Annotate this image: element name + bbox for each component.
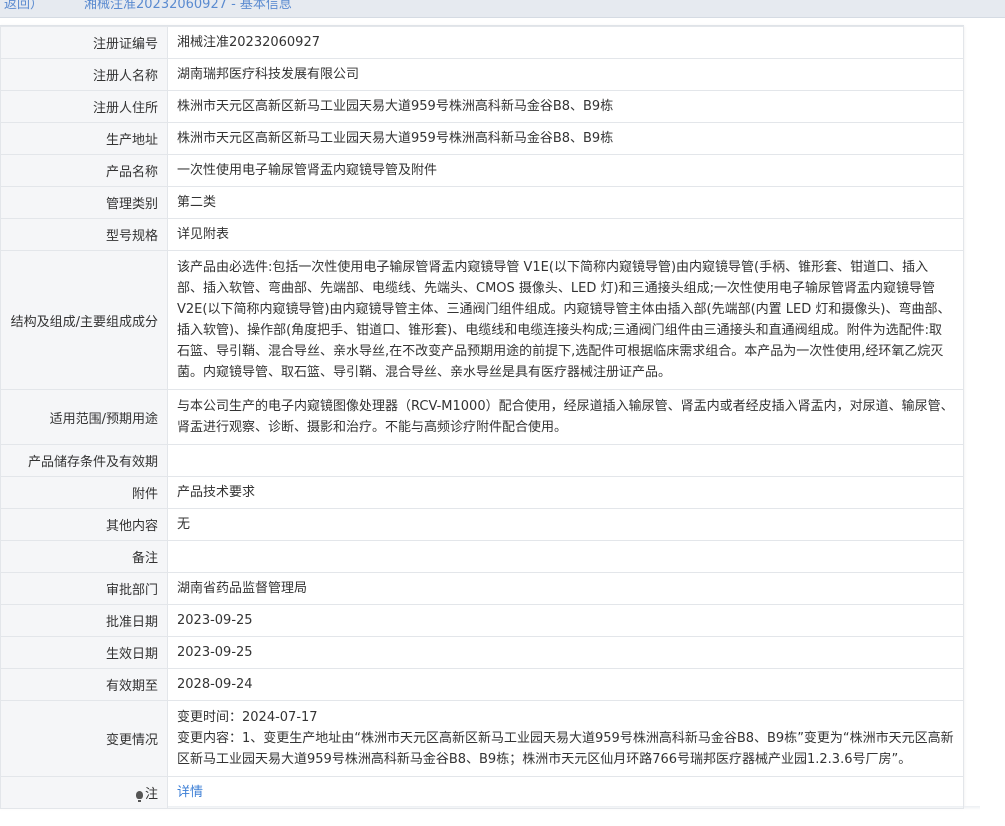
table-row: 产品储存条件及有效期 bbox=[0, 444, 964, 477]
note-value: 详情 bbox=[167, 776, 964, 809]
table-row: 注 详情 bbox=[0, 776, 964, 809]
table-row: 管理类别 第二类 bbox=[0, 186, 964, 219]
table-row: 适用范围/预期用途 与本公司生产的电子内窥镜图像处理器（RCV-M1000）配合使… bbox=[0, 389, 964, 445]
row-value: 无 bbox=[167, 508, 964, 541]
table-row: 型号规格 详见附表 bbox=[0, 218, 964, 251]
table-row: 变更情况 变更时间：2024-07-17 变更内容：1、变更生产地址由“株洲市天… bbox=[0, 700, 964, 777]
details-link[interactable]: 详情 bbox=[177, 785, 203, 800]
table-row: 有效期至 2028-09-24 bbox=[0, 668, 964, 701]
row-value: 与本公司生产的电子内窥镜图像处理器（RCV-M1000）配合使用，经尿道插入输尿… bbox=[167, 389, 964, 445]
row-key: 注册人名称 bbox=[0, 58, 168, 91]
row-value: 产品技术要求 bbox=[167, 476, 964, 509]
row-value: 湖南省药品监督管理局 bbox=[167, 572, 964, 605]
row-key: 生效日期 bbox=[0, 636, 168, 669]
table-row: 其他内容无 bbox=[0, 508, 964, 541]
page-title: 湘械注准20232060927 - 基本信息 bbox=[84, 0, 292, 12]
table-row: 生产地址 株洲市天元区高新区新马工业园天易大道959号株洲高科新马金谷B8、B9栋 bbox=[0, 122, 964, 155]
row-value bbox=[167, 444, 964, 477]
row-value: 第二类 bbox=[167, 186, 964, 219]
row-key: 产品储存条件及有效期 bbox=[0, 444, 168, 477]
table-row: 批准日期 2023-09-25 bbox=[0, 604, 964, 637]
back-link[interactable]: 返回） bbox=[4, 0, 43, 12]
table-row: 产品名称 一次性使用电子输尿管肾盂内窥镜导管及附件 bbox=[0, 154, 964, 187]
table-row: 注册证编号 湘械注准20232060927 bbox=[0, 26, 964, 59]
row-key: 管理类别 bbox=[0, 186, 168, 219]
table-row: 审批部门 湖南省药品监督管理局 bbox=[0, 572, 964, 605]
row-value: 2028-09-24 bbox=[167, 668, 964, 701]
table-row: 生效日期 2023-09-25 bbox=[0, 636, 964, 669]
row-value: 详见附表 bbox=[167, 218, 964, 251]
row-value: 2023-09-25 bbox=[167, 636, 964, 669]
change-value: 变更时间：2024-07-17 变更内容：1、变更生产地址由“株洲市天元区高新区… bbox=[167, 700, 964, 777]
row-value: 2023-09-25 bbox=[167, 604, 964, 637]
table-row: 附件 产品技术要求 bbox=[0, 476, 964, 509]
table-row: 结构及组成/主要组成成分 该产品由必选件:包括一次性使用电子输尿管肾盂内窥镜导管 … bbox=[0, 250, 964, 390]
row-value bbox=[167, 540, 964, 573]
row-key: 其他内容 bbox=[0, 508, 168, 541]
note-key: 注 bbox=[0, 776, 168, 809]
row-key: 附件 bbox=[0, 476, 168, 509]
row-key: 注册人住所 bbox=[0, 90, 168, 123]
row-value: 湘械注准20232060927 bbox=[167, 26, 964, 59]
row-key: 注册证编号 bbox=[0, 26, 168, 59]
row-value: 一次性使用电子输尿管肾盂内窥镜导管及附件 bbox=[167, 154, 964, 187]
row-key: 有效期至 bbox=[0, 668, 168, 701]
table-row: 备注 bbox=[0, 540, 964, 573]
row-key: 生产地址 bbox=[0, 122, 168, 155]
row-key: 审批部门 bbox=[0, 572, 168, 605]
row-value: 该产品由必选件:包括一次性使用电子输尿管肾盂内窥镜导管 V1E(以下简称内窥镜导… bbox=[167, 250, 964, 390]
row-key: 备注 bbox=[0, 540, 168, 573]
row-key: 产品名称 bbox=[0, 154, 168, 187]
row-value: 株洲市天元区高新区新马工业园天易大道959号株洲高科新马金谷B8、B9栋 bbox=[167, 122, 964, 155]
table-row: 注册人名称 湖南瑞邦医疗科技发展有限公司 bbox=[0, 58, 964, 91]
change-time: 变更时间：2024-07-17 bbox=[177, 710, 318, 725]
row-key: 批准日期 bbox=[0, 604, 168, 637]
row-key: 型号规格 bbox=[0, 218, 168, 251]
detail-table: 注册证编号 湘械注准20232060927 注册人名称 湖南瑞邦医疗科技发展有限公司… bbox=[0, 26, 964, 809]
row-value: 株洲市天元区高新区新马工业园天易大道959号株洲高科新马金谷B8、B9栋 bbox=[167, 90, 964, 123]
change-content: 变更内容：1、变更生产地址由“株洲市天元区高新区新马工业园天易大道959号株洲高… bbox=[177, 731, 954, 767]
table-row: 注册人住所 株洲市天元区高新区新马工业园天易大道959号株洲高科新马金谷B8、B9… bbox=[0, 90, 964, 123]
breadcrumb-bar: 返回） 湘械注准20232060927 - 基本信息 bbox=[0, 0, 1005, 18]
row-value: 湖南瑞邦医疗科技发展有限公司 bbox=[167, 58, 964, 91]
row-key: 变更情况 bbox=[0, 700, 168, 777]
lightbulb-icon bbox=[135, 791, 143, 802]
row-key: 结构及组成/主要组成成分 bbox=[0, 250, 168, 390]
note-label: 注 bbox=[144, 787, 158, 802]
row-key: 适用范围/预期用途 bbox=[0, 389, 168, 445]
